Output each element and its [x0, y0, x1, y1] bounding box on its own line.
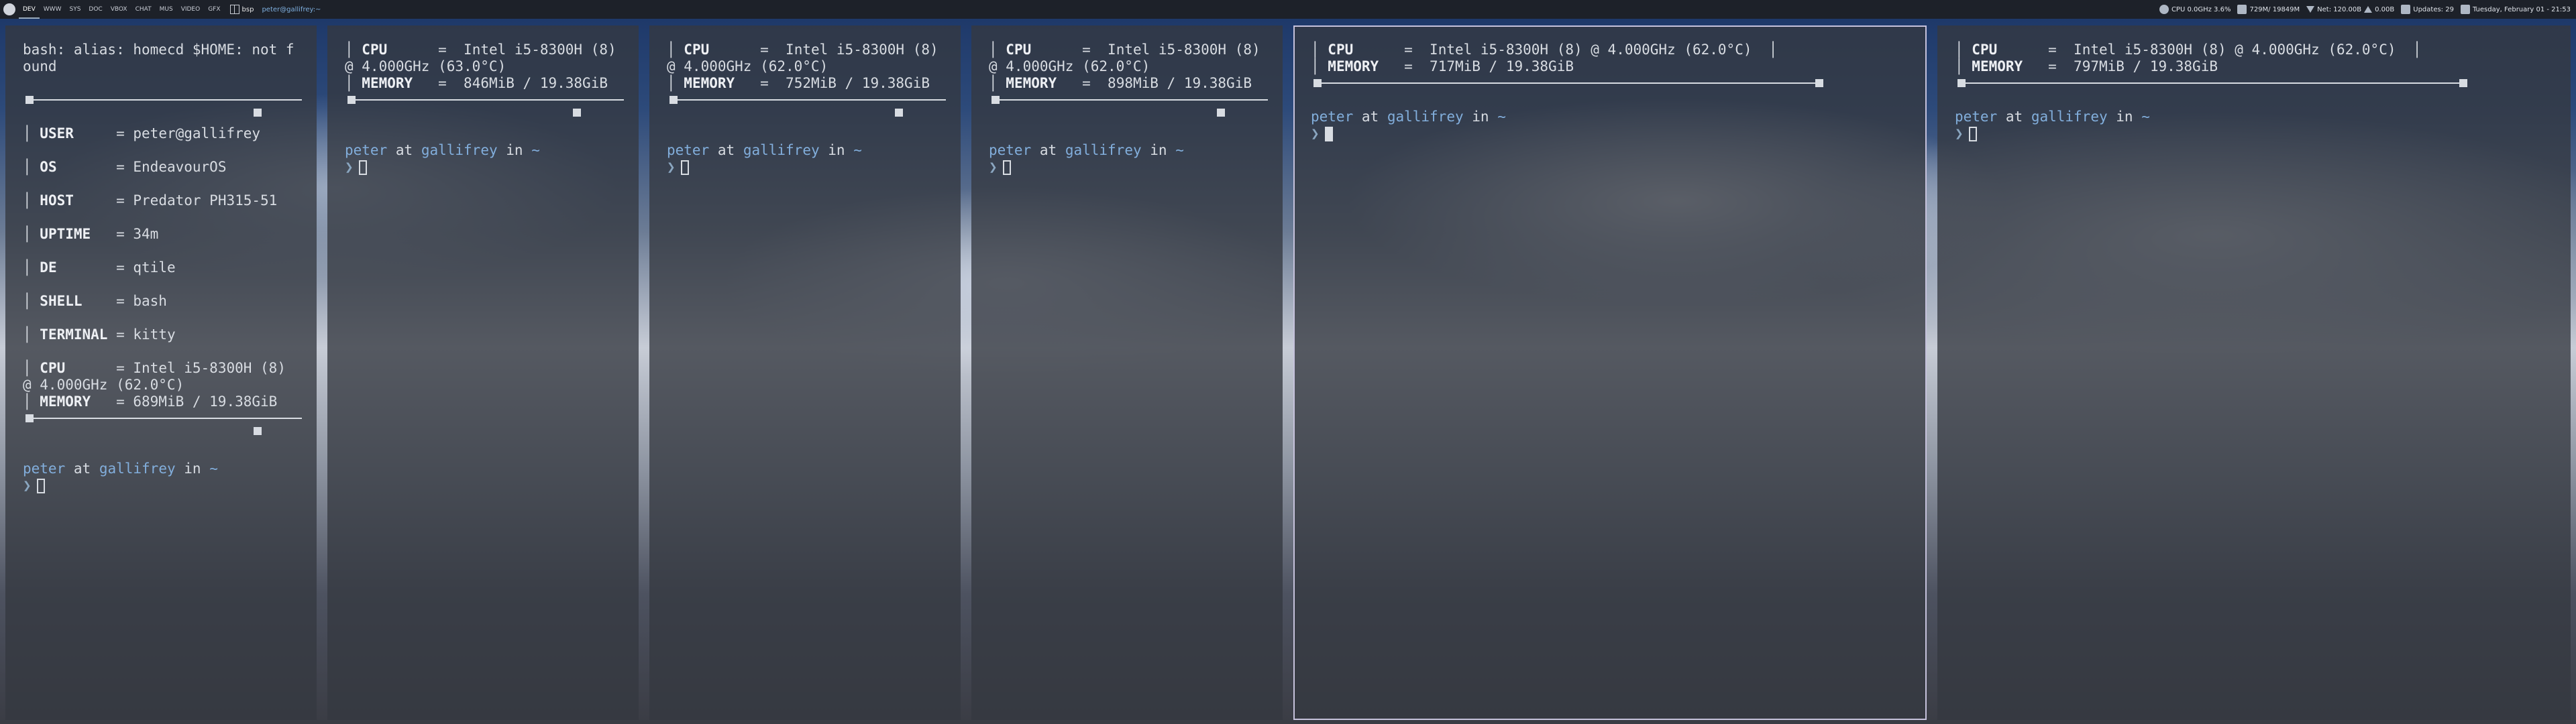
workspace-dev[interactable]: DEV: [19, 0, 40, 19]
info-row-de: │ DE = qtile: [23, 259, 176, 276]
layout-name: bsp: [241, 5, 254, 13]
clock-widget[interactable]: Tuesday, February 01 - 21:53: [2460, 5, 2571, 14]
prompt-input-line[interactable]: ❯: [23, 477, 299, 494]
info-row-cpu: │ CPU = Intel i5-8300H (8) @ 4.000GHz (6…: [23, 360, 294, 393]
box-bottom-border: [989, 92, 1268, 109]
info-row-memory: │ MEMORY = 717MiB / 19.38GiB: [1311, 58, 1574, 74]
workspace-doc[interactable]: DOC: [85, 0, 106, 19]
net-up-text: 0.00B: [2375, 5, 2395, 13]
box-bottom-handle: [23, 427, 299, 444]
info-row-memory: │ MEMORY = 898MiB / 19.38GiB: [989, 75, 1252, 91]
box-bottom-border: [23, 410, 302, 427]
text-cursor: [1324, 127, 1333, 141]
layout-icon[interactable]: [229, 5, 239, 14]
updates-text: Updates: 29: [2413, 5, 2454, 13]
text-cursor: [1002, 160, 1011, 175]
box-bottom-handle: [345, 109, 621, 125]
cpu-widget[interactable]: CPU 0.0GHz 3.6%: [2159, 5, 2231, 14]
shell-prompt: peter at gallifrey in ~: [667, 142, 862, 158]
workspace-vbox[interactable]: VBOX: [107, 0, 131, 19]
terminal-window-4[interactable]: │ CPU = Intel i5-8300H (8) @ 4.000GHz (6…: [971, 25, 1283, 720]
box-bottom-border: [1311, 75, 1909, 92]
info-row-terminal: │ TERMINAL = kitty: [23, 326, 176, 343]
python-logo-icon[interactable]: [0, 0, 19, 19]
workspace-video[interactable]: VIDEO: [177, 0, 205, 19]
terminal-window-1[interactable]: bash: alias: homecd $HOME: not found │ U…: [5, 25, 317, 720]
workspace-sys[interactable]: SYS: [65, 0, 85, 19]
box-bottom-border: [667, 92, 946, 109]
memory-text: 729M/ 19849M: [2249, 5, 2300, 13]
prompt-input-line[interactable]: ❯: [345, 159, 621, 176]
terminal-window-2[interactable]: │ CPU = Intel i5-8300H (8) @ 4.000GHz (6…: [327, 25, 639, 720]
net-widget[interactable]: Net: 120.00B 0.00B: [2306, 6, 2394, 13]
terminal-window-3[interactable]: │ CPU = Intel i5-8300H (8) @ 4.000GHz (6…: [649, 25, 961, 720]
text-cursor: [36, 479, 45, 493]
info-row-os: │ OS = EndeavourOS: [23, 159, 227, 175]
memory-icon: [2237, 5, 2247, 14]
info-row-memory: │ MEMORY = 689MiB / 19.38GiB: [23, 394, 278, 410]
info-row-user: │ USER = peter@gallifrey: [23, 125, 261, 141]
box-top-handle: [23, 109, 299, 125]
info-row-uptime: │ UPTIME = 34m: [23, 226, 159, 242]
info-row-cpu: │ CPU = Intel i5-8300H (8) @ 4.000GHz (6…: [1955, 42, 2422, 58]
clock-text: Tuesday, February 01 - 21:53: [2472, 5, 2571, 13]
text-cursor: [1968, 127, 1977, 141]
prompt-input-line[interactable]: ❯: [667, 159, 943, 176]
updates-widget[interactable]: Updates: 29: [2401, 5, 2454, 14]
download-arrow-icon: [2306, 6, 2315, 13]
info-row-cpu: │ CPU = Intel i5-8300H (8) @ 4.000GHz (6…: [667, 42, 947, 74]
workspace-www[interactable]: WWW: [40, 0, 66, 19]
text-cursor: [680, 160, 689, 175]
terminal-window-5-focused[interactable]: │ CPU = Intel i5-8300H (8) @ 4.000GHz (6…: [1293, 25, 1927, 720]
text-cursor: [358, 160, 367, 175]
workspace-chat[interactable]: CHAT: [131, 0, 156, 19]
shell-prompt: peter at gallifrey in ~: [1955, 109, 2150, 125]
box-bottom-handle: [989, 109, 1265, 125]
info-row-shell: │ SHELL = bash: [23, 293, 167, 309]
info-row-memory: │ MEMORY = 752MiB / 19.38GiB: [667, 75, 930, 91]
box-bottom-border: [1955, 75, 2553, 92]
error-message: bash: alias: homecd $HOME: not found: [23, 42, 294, 74]
net-text: Net: 120.00B: [2317, 5, 2362, 13]
shell-prompt: peter at gallifrey in ~: [345, 142, 540, 158]
window-title: peter@gallifrey:~: [262, 5, 321, 13]
info-row-memory: │ MEMORY = 846MiB / 19.38GiB: [345, 75, 608, 91]
box-top-border: [23, 92, 302, 109]
wrench-icon: [2401, 5, 2411, 14]
shell-prompt: peter at gallifrey in ~: [1311, 109, 1506, 125]
info-row-host: │ HOST = Predator PH315-51: [23, 192, 278, 208]
box-bottom-handle: [667, 109, 943, 125]
workspace-gfx[interactable]: GFX: [204, 0, 224, 19]
workspace-mus[interactable]: MUS: [156, 0, 177, 19]
info-row-cpu: │ CPU = Intel i5-8300H (8) @ 4.000GHz (6…: [345, 42, 625, 74]
top-bar: DEV WWW SYS DOC VBOX CHAT MUS VIDEO GFX …: [0, 0, 2576, 19]
shell-prompt: peter at gallifrey in ~: [23, 461, 218, 477]
info-row-cpu: │ CPU = Intel i5-8300H (8) @ 4.000GHz (6…: [1311, 42, 1778, 58]
shell-prompt: peter at gallifrey in ~: [989, 142, 1184, 158]
cpu-icon: [2159, 5, 2169, 14]
box-bottom-border: [345, 92, 624, 109]
prompt-input-line[interactable]: ❯: [989, 159, 1265, 176]
cpu-text: CPU 0.0GHz 3.6%: [2171, 5, 2231, 13]
terminal-window-6[interactable]: │ CPU = Intel i5-8300H (8) @ 4.000GHz (6…: [1937, 25, 2571, 720]
info-row-cpu: │ CPU = Intel i5-8300H (8) @ 4.000GHz (6…: [989, 42, 1269, 74]
info-row-memory: │ MEMORY = 797MiB / 19.38GiB: [1955, 58, 2218, 74]
prompt-input-line[interactable]: ❯: [1311, 125, 1909, 142]
calendar-icon: [2460, 5, 2470, 14]
memory-widget[interactable]: 729M/ 19849M: [2237, 5, 2300, 14]
prompt-input-line[interactable]: ❯: [1955, 125, 2553, 142]
bar-widgets: CPU 0.0GHz 3.6% 729M/ 19849M Net: 120.00…: [2159, 5, 2576, 14]
upload-arrow-icon: [2364, 6, 2373, 13]
